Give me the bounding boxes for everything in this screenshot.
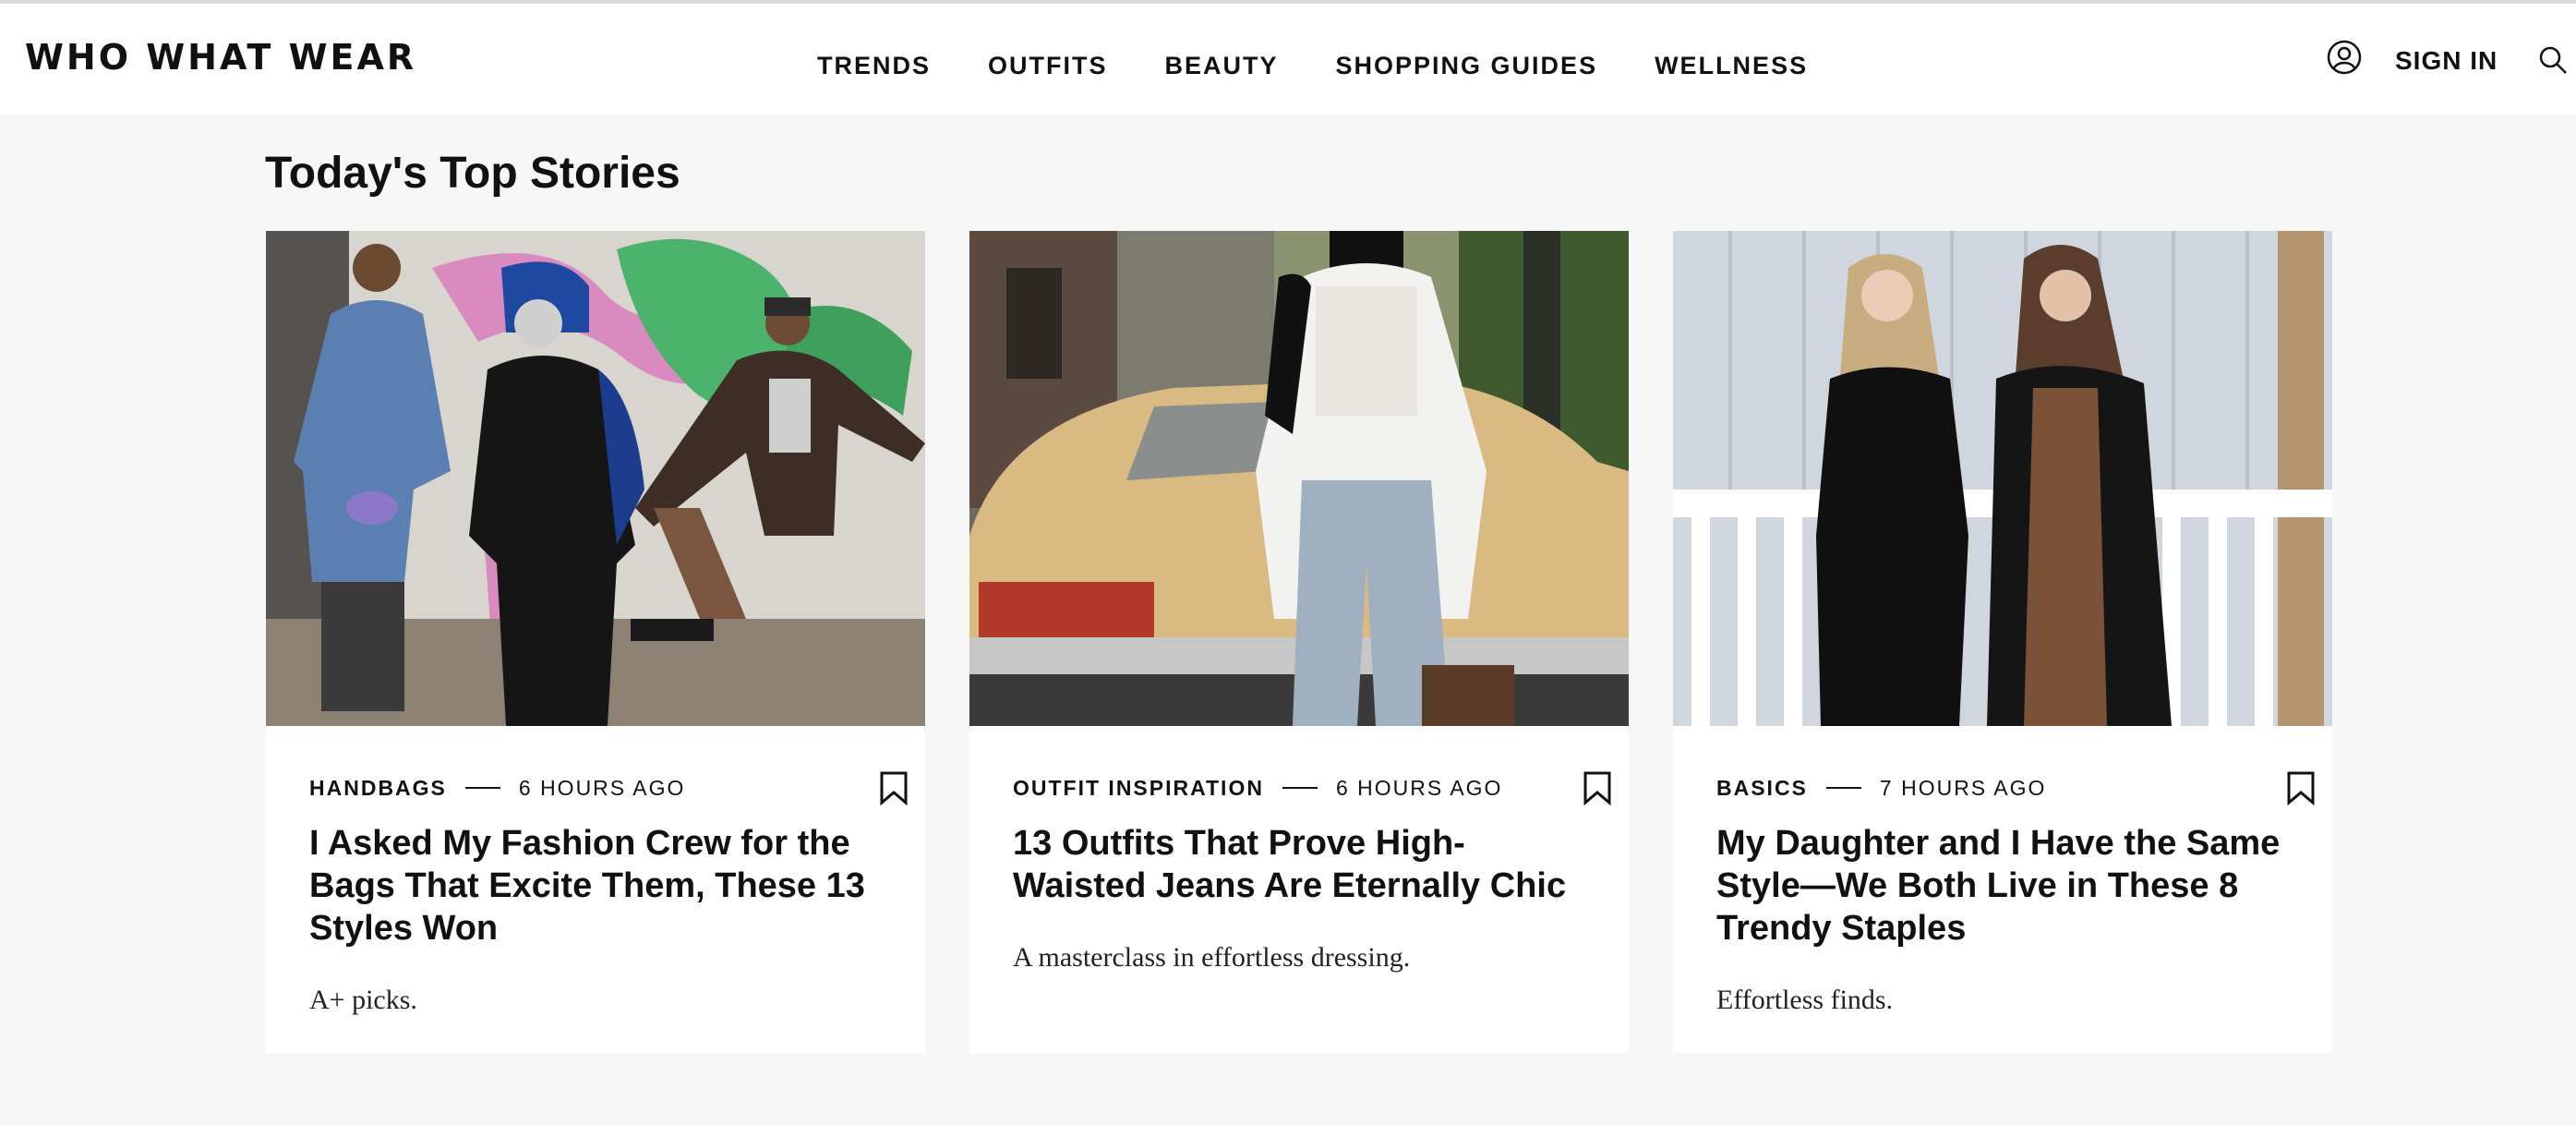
story-category[interactable]: HANDBAGS — [309, 776, 447, 801]
bookmark-icon[interactable] — [879, 770, 909, 805]
story-meta: HANDBAGS 6 HOURS AGO — [309, 774, 685, 802]
account-icon[interactable] — [2326, 39, 2363, 76]
story-category[interactable]: BASICS — [1716, 776, 1808, 801]
nav-item-trends[interactable]: TRENDS — [817, 52, 931, 80]
story-dek: A+ picks. — [309, 985, 417, 1015]
nav-item-shopping-guides[interactable]: SHOPPING GUIDES — [1336, 52, 1598, 80]
story-card[interactable]: BASICS 7 HOURS AGO My Daughter and I Hav… — [1673, 231, 2332, 1053]
story-dek: Effortless finds. — [1716, 985, 1894, 1015]
story-image[interactable] — [1673, 231, 2332, 726]
story-headline[interactable]: I Asked My Fashion Crew for the Bags Tha… — [309, 822, 891, 950]
story-time: 7 HOURS AGO — [1879, 775, 2047, 800]
story-card[interactable]: HANDBAGS 6 HOURS AGO I Asked My Fashion … — [266, 231, 925, 1053]
story-time: 6 HOURS AGO — [518, 775, 686, 800]
story-photo-basics — [1673, 231, 2332, 726]
story-category[interactable]: OUTFIT INSPIRATION — [1013, 776, 1264, 801]
story-dek: A masterclass in effortless dressing. — [1013, 942, 1411, 973]
story-headline[interactable]: My Daughter and I Have the Same Style—We… — [1716, 822, 2298, 950]
story-photo-handbags — [266, 231, 925, 726]
story-photo-jeans — [969, 231, 1629, 726]
story-card[interactable]: OUTFIT INSPIRATION 6 HOURS AGO 13 Outfit… — [969, 231, 1629, 1053]
section-title: Today's Top Stories — [265, 149, 680, 198]
bookmark-icon[interactable] — [2286, 770, 2316, 805]
meta-divider — [1282, 787, 1318, 789]
nav-item-outfits[interactable]: OUTFITS — [988, 52, 1108, 80]
search-icon[interactable] — [2537, 44, 2569, 76]
site-logo[interactable]: WHO WHAT WEAR — [25, 37, 416, 78]
bookmark-icon[interactable] — [1583, 770, 1612, 805]
meta-divider — [464, 787, 500, 789]
story-meta: BASICS 7 HOURS AGO — [1716, 774, 2046, 802]
site-header: WHO WHAT WEAR TRENDS OUTFITS BEAUTY SHOP… — [0, 4, 2576, 115]
main-nav: TRENDS OUTFITS BEAUTY SHOPPING GUIDES WE… — [817, 52, 1808, 80]
story-image[interactable] — [266, 231, 925, 726]
meta-divider — [1825, 787, 1861, 789]
story-image[interactable] — [969, 231, 1629, 726]
nav-item-beauty[interactable]: BEAUTY — [1165, 52, 1279, 80]
nav-item-wellness[interactable]: WELLNESS — [1655, 52, 1808, 80]
story-headline[interactable]: 13 Outfits That Prove High-Waisted Jeans… — [1013, 822, 1595, 907]
sign-in-link[interactable]: SIGN IN — [2395, 46, 2498, 76]
story-meta: OUTFIT INSPIRATION 6 HOURS AGO — [1013, 774, 1502, 802]
story-time: 6 HOURS AGO — [1335, 775, 1503, 800]
